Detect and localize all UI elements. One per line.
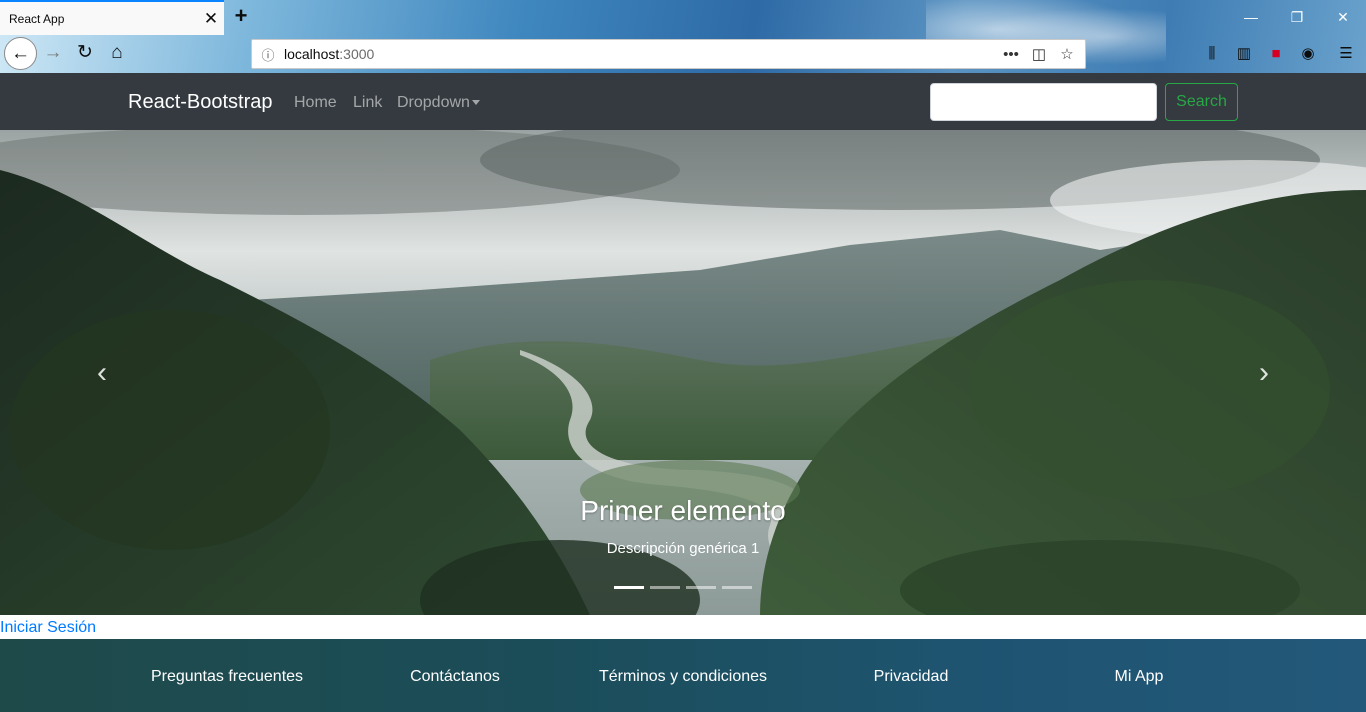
url-text[interactable]: localhost:3000 [284, 46, 1001, 62]
minimize-icon[interactable]: — [1228, 4, 1274, 30]
plus-icon[interactable]: + [228, 4, 254, 30]
library-icon[interactable]: ⫼ [1200, 43, 1224, 65]
home-icon[interactable]: ⌂ [102, 38, 132, 68]
back-arrow-icon[interactable]: ← [4, 37, 37, 70]
tab-title: React App [9, 11, 65, 26]
close-icon[interactable]: ✕ [198, 9, 224, 29]
carousel-indicator[interactable] [614, 586, 644, 589]
footer-link-privacy[interactable]: Privacidad [801, 668, 1021, 686]
nav-dropdown-label: Dropdown [397, 94, 470, 111]
url-bar[interactable]: ⓘ localhost:3000 ••• ◫ ☆ [251, 39, 1086, 69]
more-icon[interactable]: ••• [1001, 46, 1021, 63]
footer-link-terms[interactable]: Términos y condiciones [573, 668, 793, 686]
carousel-indicator[interactable] [650, 586, 680, 589]
menu-icon[interactable]: ☰ [1334, 43, 1358, 65]
search-button[interactable]: Search [1165, 83, 1238, 121]
url-host: localhost [284, 46, 340, 62]
carousel-caption-description: Descripción genérica 1 [606, 540, 760, 557]
nav-link-home[interactable]: Home [294, 94, 337, 112]
navbar-brand[interactable]: React-Bootstrap [128, 91, 273, 114]
browser-tab[interactable]: React App ✕ [0, 0, 224, 35]
nav-dropdown[interactable]: Dropdown [397, 94, 480, 112]
footer-link-faq[interactable]: Preguntas frecuentes [117, 668, 337, 686]
pocket-icon[interactable]: ◫ [1029, 45, 1049, 63]
forward-arrow-icon[interactable]: → [38, 38, 68, 68]
login-link[interactable]: Iniciar Sesión [0, 619, 96, 637]
carousel-indicator[interactable] [686, 586, 716, 589]
carousel-indicator[interactable] [722, 586, 752, 589]
restore-icon[interactable]: ❐ [1274, 4, 1320, 30]
sidebar-icon[interactable]: ▥ [1232, 43, 1256, 65]
star-icon[interactable]: ☆ [1057, 45, 1077, 63]
carousel-caption-title: Primer elemento [580, 495, 786, 526]
app-navbar: React-Bootstrap Home Link Dropdown Searc… [0, 73, 1366, 130]
url-port: :3000 [339, 46, 375, 62]
carousel-prev-icon[interactable]: ‹ [90, 358, 114, 388]
search-input[interactable] [930, 83, 1157, 121]
extension-icon[interactable]: ■ [1264, 43, 1288, 65]
carousel-next-icon[interactable]: › [1252, 358, 1276, 388]
reload-icon[interactable]: ↻ [70, 38, 100, 68]
caret-down-icon [471, 100, 480, 106]
footer: Preguntas frecuentes Contáctanos Término… [0, 639, 1366, 712]
footer-link-my-app[interactable]: Mi App [1029, 668, 1249, 686]
carousel-indicators [0, 586, 1366, 589]
nav-link-link[interactable]: Link [353, 94, 382, 112]
footer-link-contact[interactable]: Contáctanos [345, 668, 565, 686]
info-icon[interactable]: ⓘ [252, 45, 284, 64]
window-close-icon[interactable]: ✕ [1320, 4, 1366, 30]
account-icon[interactable]: ◉ [1296, 43, 1320, 65]
carousel: ‹ › Primer elemento Descripción genérica… [0, 130, 1366, 615]
browser-chrome: React App ✕ + — ❐ ✕ ← → ↻ ⌂ ⓘ localhost:… [0, 0, 1366, 73]
browser-toolbar: ← → ↻ ⌂ ⓘ localhost:3000 ••• ◫ ☆ ⫼ ▥ ■ ◉… [0, 35, 1366, 73]
